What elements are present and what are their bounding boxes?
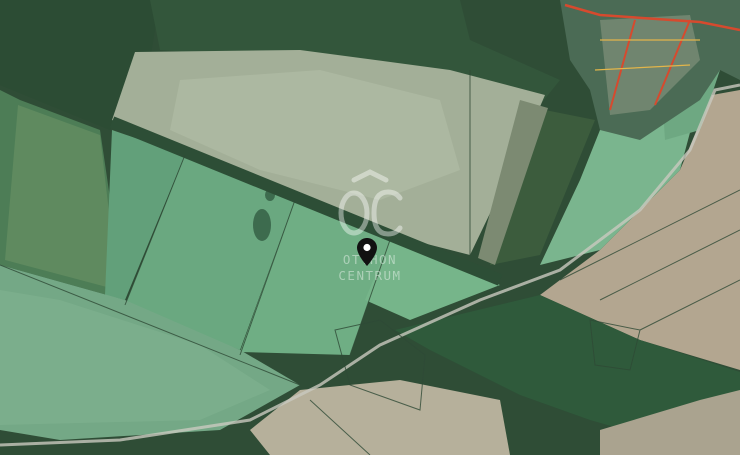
satellite-map[interactable] [0, 0, 740, 455]
location-pin-icon[interactable] [357, 238, 377, 266]
dark-spot [253, 209, 271, 241]
